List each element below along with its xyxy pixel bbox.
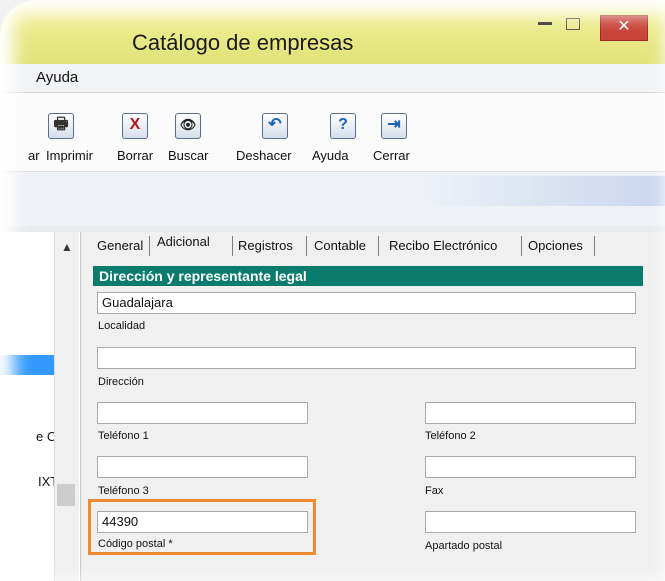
toolbar-label-cerrar[interactable]: Cerrar	[373, 148, 410, 163]
company-list-scrollbar[interactable]: ▲	[54, 232, 79, 581]
localidad-label: Localidad	[98, 320, 146, 332]
telefono2-label: Teléfono 2	[425, 430, 476, 442]
tab-separator	[521, 236, 522, 256]
undo-icon[interactable]: ↶	[262, 113, 288, 139]
telefono3-label: Teléfono 3	[98, 485, 149, 497]
maximize-button[interactable]	[566, 18, 580, 30]
telefono1-label: Teléfono 1	[98, 430, 149, 442]
toolbar-label-deshacer[interactable]: Deshacer	[236, 148, 292, 163]
menu-bar: Ayuda	[0, 64, 665, 93]
tab-opciones[interactable]: Opciones	[528, 234, 583, 257]
info-band-gradient	[420, 176, 665, 206]
fax-label: Fax	[425, 485, 444, 497]
toolbar-label-borrar[interactable]: Borrar	[117, 148, 153, 163]
exit-icon[interactable]: ⇥	[381, 113, 407, 139]
direccion-field[interactable]	[97, 347, 636, 369]
tab-separator	[306, 236, 307, 256]
tab-general[interactable]: General	[97, 234, 143, 257]
postal-code-highlight	[88, 499, 316, 555]
menu-ayuda[interactable]: Ayuda	[36, 69, 78, 86]
scroll-up-icon[interactable]: ▲	[61, 240, 73, 254]
close-button[interactable]: ✕	[600, 15, 648, 41]
help-icon[interactable]: ?	[330, 113, 356, 139]
toolbar: 🖶 ar Imprimir X Borrar 👁 Buscar ↶ Deshac…	[0, 93, 665, 172]
tab-separator	[378, 236, 379, 256]
tab-separator	[149, 236, 150, 256]
app-window: Catálogo de empresas ✕ Ayuda 🖶 ar Imprim…	[0, 0, 665, 581]
toolbar-label-buscar[interactable]: Buscar	[168, 148, 208, 163]
tab-contable[interactable]: Contable	[314, 234, 366, 257]
telefono2-field[interactable]	[425, 402, 636, 424]
section-header: Dirección y representante legal	[93, 266, 643, 286]
toolbar-label-ayuda[interactable]: Ayuda	[312, 148, 349, 163]
apartado-postal-label: Apartado postal	[425, 540, 503, 552]
scrollbar-thumb[interactable]	[57, 484, 75, 506]
tab-separator	[594, 236, 595, 256]
title-bar: Catálogo de empresas ✕	[0, 0, 665, 64]
toolbar-label-guardar[interactable]: ar	[28, 148, 40, 163]
delete-x-icon[interactable]: X	[122, 113, 148, 139]
toolbar-label-imprimir[interactable]: Imprimir	[46, 148, 93, 163]
tab-separator	[232, 236, 233, 256]
fax-field[interactable]	[425, 456, 636, 478]
direccion-label: Dirección	[98, 376, 144, 388]
window-title: Catálogo de empresas	[132, 30, 354, 55]
minimize-button[interactable]	[538, 22, 552, 25]
binoculars-icon[interactable]: 👁	[175, 113, 201, 139]
tab-recibo-electronico[interactable]: Recibo Electrónico	[389, 234, 497, 257]
localidad-field[interactable]: Guadalajara	[97, 292, 636, 314]
printer-icon[interactable]: 🖶	[48, 113, 74, 139]
tab-adicional[interactable]: Adicional	[157, 230, 210, 253]
telefono1-field[interactable]	[97, 402, 308, 424]
tab-registros[interactable]: Registros	[238, 234, 293, 257]
apartado-postal-field[interactable]	[425, 511, 636, 533]
telefono3-field[interactable]	[97, 456, 308, 478]
company-list-selected-row[interactable]	[0, 355, 54, 375]
